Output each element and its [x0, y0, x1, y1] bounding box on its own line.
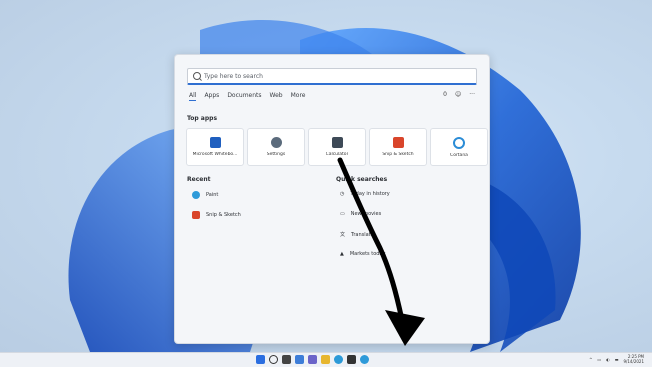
tab-web[interactable]: Web — [270, 92, 283, 101]
filter-tabs: All Apps Documents Web More — [189, 92, 306, 101]
quick-search-movies[interactable]: ▭ New movies — [340, 211, 381, 217]
volume-icon[interactable]: ◐ — [606, 357, 610, 362]
top-apps-title: Top apps — [187, 115, 218, 122]
quick-search-label: Today in history — [350, 191, 390, 197]
clock-date: 9/14/2021 — [623, 358, 644, 364]
cortana-icon — [453, 136, 465, 149]
taskbar-icons — [256, 355, 369, 364]
app-label: Settings — [266, 152, 286, 157]
start-icon[interactable] — [256, 355, 265, 364]
clock-icon: ◷ — [340, 191, 345, 197]
app-label: Calculator — [325, 152, 349, 157]
tab-more[interactable]: More — [291, 92, 306, 101]
recent-item-label: Paint — [206, 192, 219, 198]
app-tile-whiteboard[interactable]: Microsoft Whitebo... — [186, 128, 244, 166]
account-icon[interactable]: ☺ — [455, 91, 461, 98]
network-icon[interactable]: ▭ — [597, 357, 601, 362]
recent-item-snip-sketch[interactable]: Snip & Sketch — [192, 211, 241, 219]
search-placeholder: Type here to search — [204, 72, 263, 80]
recent-item-label: Snip & Sketch — [206, 212, 241, 218]
whiteboard-icon — [209, 137, 221, 148]
app-tile-settings[interactable]: Settings — [247, 128, 305, 166]
recent-item-paint[interactable]: Paint — [192, 191, 218, 199]
chat-icon[interactable] — [308, 355, 317, 364]
panel-actions: 0 ☺ ··· — [443, 91, 475, 98]
more-icon[interactable]: ··· — [469, 91, 475, 98]
task-view-icon[interactable] — [282, 355, 291, 364]
paint-icon[interactable] — [360, 355, 369, 364]
gear-icon — [270, 137, 282, 148]
tab-documents[interactable]: Documents — [227, 92, 261, 101]
quick-search-translate[interactable]: 文 Translate — [340, 231, 374, 239]
app-label: Cortana — [450, 152, 468, 158]
tab-all[interactable]: All — [189, 92, 197, 101]
app-tile-cortana[interactable]: Cortana — [430, 128, 488, 166]
app-label: Microsoft Whitebo... — [192, 152, 238, 157]
quick-search-label: New movies — [350, 211, 382, 217]
recent-title: Recent — [187, 176, 211, 183]
quick-search-history[interactable]: ◷ Today in history — [340, 191, 390, 197]
chevron-up-icon[interactable]: ^ — [589, 357, 592, 362]
battery-icon[interactable]: ▬ — [615, 357, 619, 362]
search-icon — [193, 72, 201, 80]
rewards-icon[interactable]: 0 — [443, 91, 447, 98]
folder-icon[interactable] — [321, 355, 330, 364]
film-icon: ▭ — [340, 211, 345, 217]
edge-icon[interactable] — [334, 355, 343, 364]
widgets-icon[interactable] — [295, 355, 304, 364]
taskbar: ^ ▭ ◐ ▬ 2:25 PM 9/14/2021 — [0, 352, 652, 367]
app-tile-snip-sketch[interactable]: Snip & Sketch — [369, 128, 427, 166]
paint-icon — [192, 191, 200, 199]
chart-icon: ▲ — [340, 251, 344, 257]
top-apps-list: Microsoft Whitebo... Settings Calculator… — [186, 128, 488, 166]
clock[interactable]: 2:25 PM 9/14/2021 — [623, 354, 644, 364]
search-panel: Type here to search All Apps Documents W… — [174, 54, 490, 344]
quick-searches-title: Quick searches — [336, 176, 388, 183]
quick-search-markets[interactable]: ▲ Markets today — [340, 251, 385, 257]
quick-search-label: Markets today — [349, 251, 386, 257]
search-icon[interactable] — [269, 355, 278, 364]
calculator-icon — [331, 137, 343, 148]
translate-icon: 文 — [340, 232, 346, 238]
app-label: Snip & Sketch — [382, 152, 414, 157]
app-tile-calculator[interactable]: Calculator — [308, 128, 366, 166]
scissors-icon — [192, 211, 200, 219]
system-tray: ^ ▭ ◐ ▬ 2:25 PM 9/14/2021 — [589, 354, 644, 364]
quick-search-label: Translate — [351, 231, 374, 238]
tab-apps[interactable]: Apps — [204, 92, 219, 101]
store-icon[interactable] — [347, 355, 356, 364]
search-input[interactable]: Type here to search — [187, 68, 477, 85]
scissors-icon — [392, 137, 404, 148]
